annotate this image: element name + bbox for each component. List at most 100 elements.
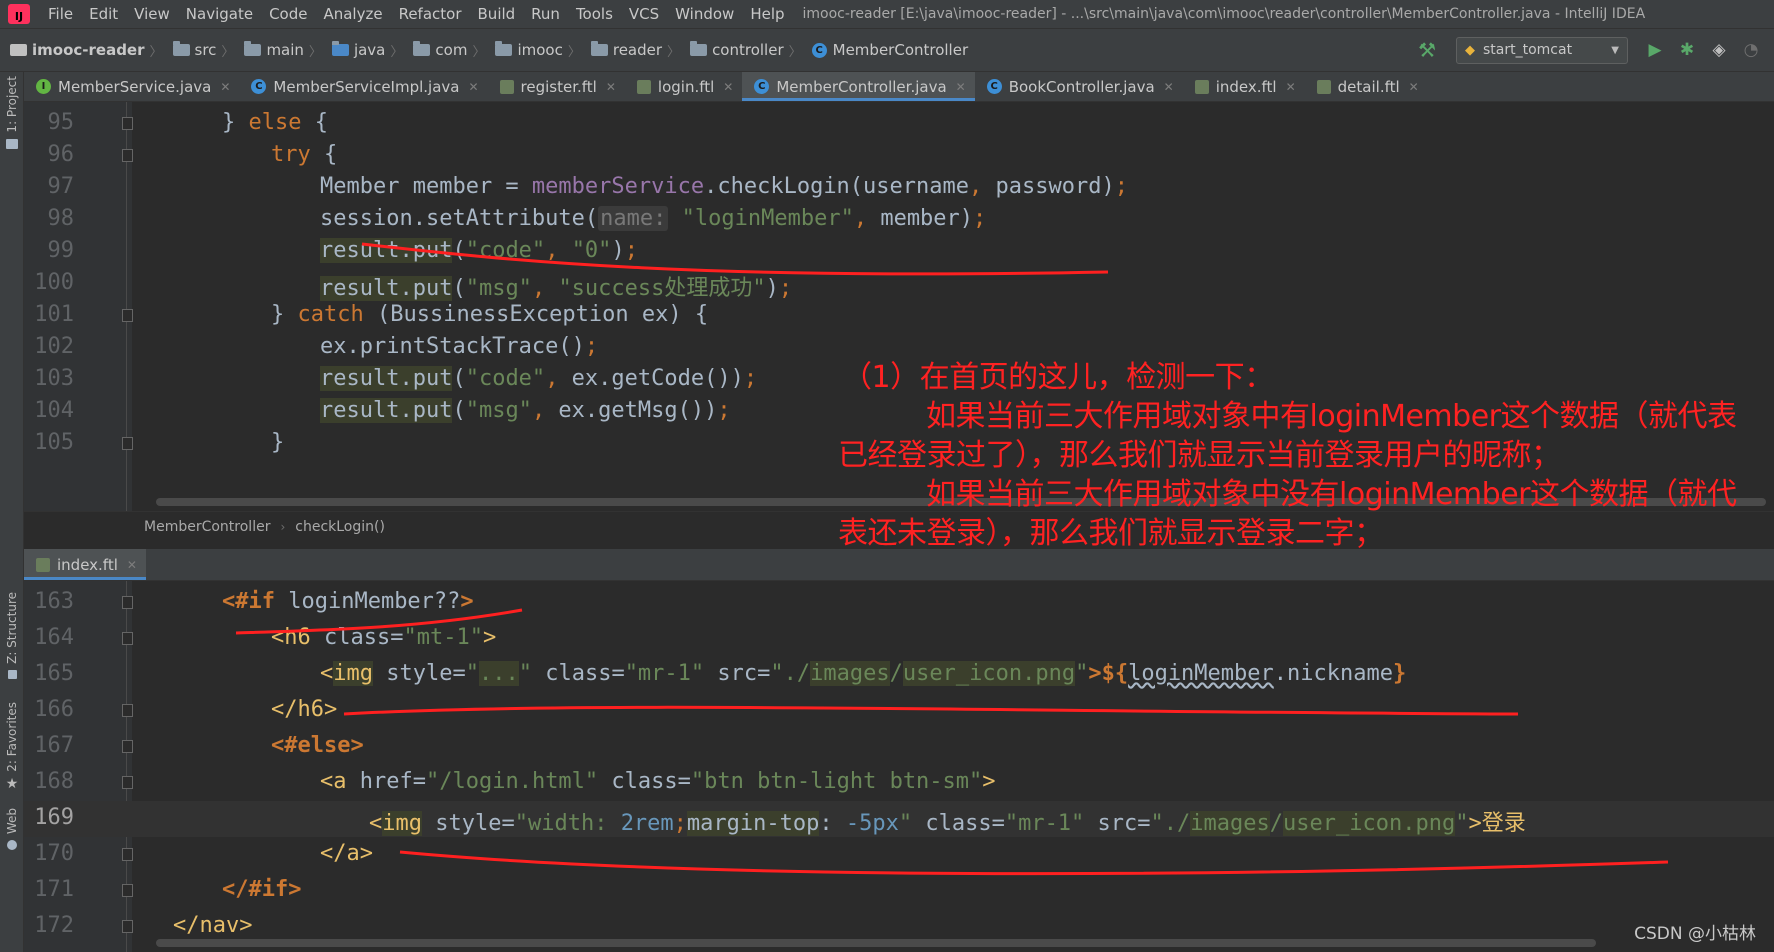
- code-line: 168 <a href="/login.html" class="btn btn…: [24, 765, 1774, 801]
- crumb-com[interactable]: com 〉: [403, 41, 485, 60]
- crumb-reader[interactable]: reader 〉: [581, 41, 680, 60]
- debug-bug-icon[interactable]: ✱: [1678, 40, 1696, 60]
- line-number: 96: [47, 142, 75, 167]
- crumb-src[interactable]: src 〉: [163, 41, 234, 60]
- intellij-logo-icon: IJ: [8, 4, 30, 24]
- line-number: 99: [47, 238, 75, 263]
- fold-marker-icon[interactable]: [122, 117, 133, 130]
- line-number: 102: [34, 334, 74, 359]
- menu-analyze[interactable]: Analyze: [315, 5, 390, 23]
- profile-icon[interactable]: ◔: [1742, 40, 1760, 60]
- tool-tab-favorites[interactable]: 2: Favorites ★: [0, 702, 24, 792]
- fold-marker-icon[interactable]: [122, 309, 133, 322]
- star-icon: ★: [5, 775, 19, 792]
- line-number: 104: [34, 398, 74, 423]
- chevron-right-icon: 〉: [472, 44, 486, 60]
- fold-marker-icon[interactable]: [122, 437, 133, 450]
- breadcrumb-class[interactable]: MemberController: [144, 519, 270, 535]
- fold-marker-icon[interactable]: [122, 632, 133, 645]
- code-text: <h6 class="mt-1">: [271, 625, 497, 650]
- crumb-controller[interactable]: controller 〉: [680, 41, 802, 60]
- tab-memberserviceimpl-java[interactable]: C MemberServiceImpl.java ✕: [239, 72, 487, 101]
- close-icon[interactable]: ✕: [1286, 80, 1296, 94]
- class-icon: C: [251, 79, 267, 94]
- code-line: 96 try {: [24, 138, 1774, 174]
- build-hammer-icon[interactable]: ⚒: [1418, 38, 1436, 62]
- menu-file[interactable]: File: [40, 5, 81, 23]
- close-icon[interactable]: ✕: [127, 558, 137, 572]
- tab-detail-ftl[interactable]: detail.ftl ✕: [1305, 72, 1428, 101]
- crumb-file[interactable]: C MemberController: [802, 41, 968, 59]
- menu-view[interactable]: View: [126, 5, 178, 23]
- menu-refactor[interactable]: Refactor: [391, 5, 470, 23]
- code-text: result.put("code", "0");: [320, 238, 638, 263]
- annotation-line-2: 如果当前三大作用域对象中有loginMember这个数据（就代表: [926, 399, 1737, 434]
- menu-build[interactable]: Build: [470, 5, 524, 23]
- menu-help[interactable]: Help: [742, 5, 792, 23]
- crumb-main[interactable]: main 〉: [234, 41, 322, 60]
- fold-marker-icon[interactable]: [122, 704, 133, 717]
- line-number: 98: [47, 206, 75, 231]
- fold-marker-icon[interactable]: [122, 884, 133, 897]
- fold-marker-icon[interactable]: [122, 776, 133, 789]
- crumb-imooc[interactable]: imooc 〉: [485, 41, 581, 60]
- close-icon[interactable]: ✕: [220, 80, 230, 94]
- package-icon: [495, 41, 513, 56]
- tool-tab-structure[interactable]: Z: Structure: [0, 592, 24, 679]
- close-icon[interactable]: ✕: [468, 80, 478, 94]
- line-number: 103: [34, 366, 74, 391]
- tool-tab-project[interactable]: 1: Project: [0, 76, 24, 149]
- tab-index-ftl[interactable]: index.ftl ✕: [1183, 72, 1305, 101]
- line-number: 168: [34, 769, 74, 794]
- tab-label: MemberService.java: [58, 77, 212, 96]
- tab-register-ftl[interactable]: register.ftl ✕: [488, 72, 625, 101]
- run-configuration-select[interactable]: ◆ start_tomcat ▼: [1456, 36, 1628, 64]
- fold-marker-icon[interactable]: [122, 740, 133, 753]
- chevron-right-icon: 〉: [390, 44, 404, 60]
- line-number: 105: [34, 430, 74, 455]
- code-text: session.setAttribute(name: "loginMember"…: [320, 206, 987, 231]
- code-text: try {: [271, 142, 338, 167]
- menu-vcs[interactable]: VCS: [621, 5, 667, 23]
- code-editor-ftl[interactable]: 163 <#if loginMember??> 164 <h6 class="m…: [24, 581, 1774, 952]
- close-icon[interactable]: ✕: [1164, 80, 1174, 94]
- fold-marker-icon[interactable]: [122, 920, 133, 933]
- menu-tools[interactable]: Tools: [568, 5, 621, 23]
- breadcrumb-method[interactable]: checkLogin(): [295, 519, 385, 535]
- close-icon[interactable]: ✕: [606, 80, 616, 94]
- menu-edit[interactable]: Edit: [81, 5, 126, 23]
- window-title: imooc-reader [E:\java\imooc-reader] - ..…: [802, 6, 1646, 22]
- code-text: }: [271, 430, 285, 455]
- folder-icon: [244, 41, 262, 56]
- crumb-java[interactable]: java 〉: [322, 41, 403, 60]
- tab-login-ftl[interactable]: login.ftl ✕: [625, 72, 742, 101]
- close-icon[interactable]: ✕: [723, 80, 733, 94]
- menu-window[interactable]: Window: [667, 5, 742, 23]
- tool-tab-web[interactable]: Web: [0, 808, 24, 851]
- tab-bookcontroller-java[interactable]: C BookController.java ✕: [975, 72, 1183, 101]
- ftl-icon: [1316, 79, 1331, 94]
- tab-memberservice-java[interactable]: I MemberService.java ✕: [24, 72, 239, 101]
- annotation-line-3: 已经登录过了），那么我们就显示当前登录用户的昵称；: [838, 438, 1561, 473]
- menu-code[interactable]: Code: [261, 5, 315, 23]
- code-text: result.put("msg", ex.getMsg());: [320, 398, 731, 423]
- line-number: 95: [47, 110, 75, 135]
- menu-run[interactable]: Run: [523, 5, 568, 23]
- watermark: CSDN @小枯林: [1634, 924, 1756, 944]
- code-line: 166 </h6>: [24, 693, 1774, 729]
- tab-membercontroller-java[interactable]: C MemberController.java ✕: [742, 72, 976, 101]
- crumb-project[interactable]: imooc-reader 〉: [0, 41, 163, 60]
- run-icon[interactable]: ▶: [1646, 40, 1664, 60]
- close-icon[interactable]: ✕: [956, 80, 966, 94]
- fold-marker-icon[interactable]: [122, 596, 133, 609]
- fold-marker-icon[interactable]: [122, 149, 133, 162]
- coverage-shield-icon[interactable]: ◈: [1710, 40, 1728, 60]
- tab-index-ftl[interactable]: index.ftl ✕: [24, 549, 146, 580]
- menu-navigate[interactable]: Navigate: [178, 5, 261, 23]
- horizontal-scrollbar[interactable]: [156, 939, 1596, 947]
- code-line: 164 <h6 class="mt-1">: [24, 621, 1774, 657]
- code-text: <img style="..." class="mr-1" src="./ima…: [320, 661, 1407, 686]
- chevron-right-icon: 〉: [308, 44, 322, 60]
- close-icon[interactable]: ✕: [1409, 80, 1419, 94]
- fold-marker-icon[interactable]: [122, 848, 133, 861]
